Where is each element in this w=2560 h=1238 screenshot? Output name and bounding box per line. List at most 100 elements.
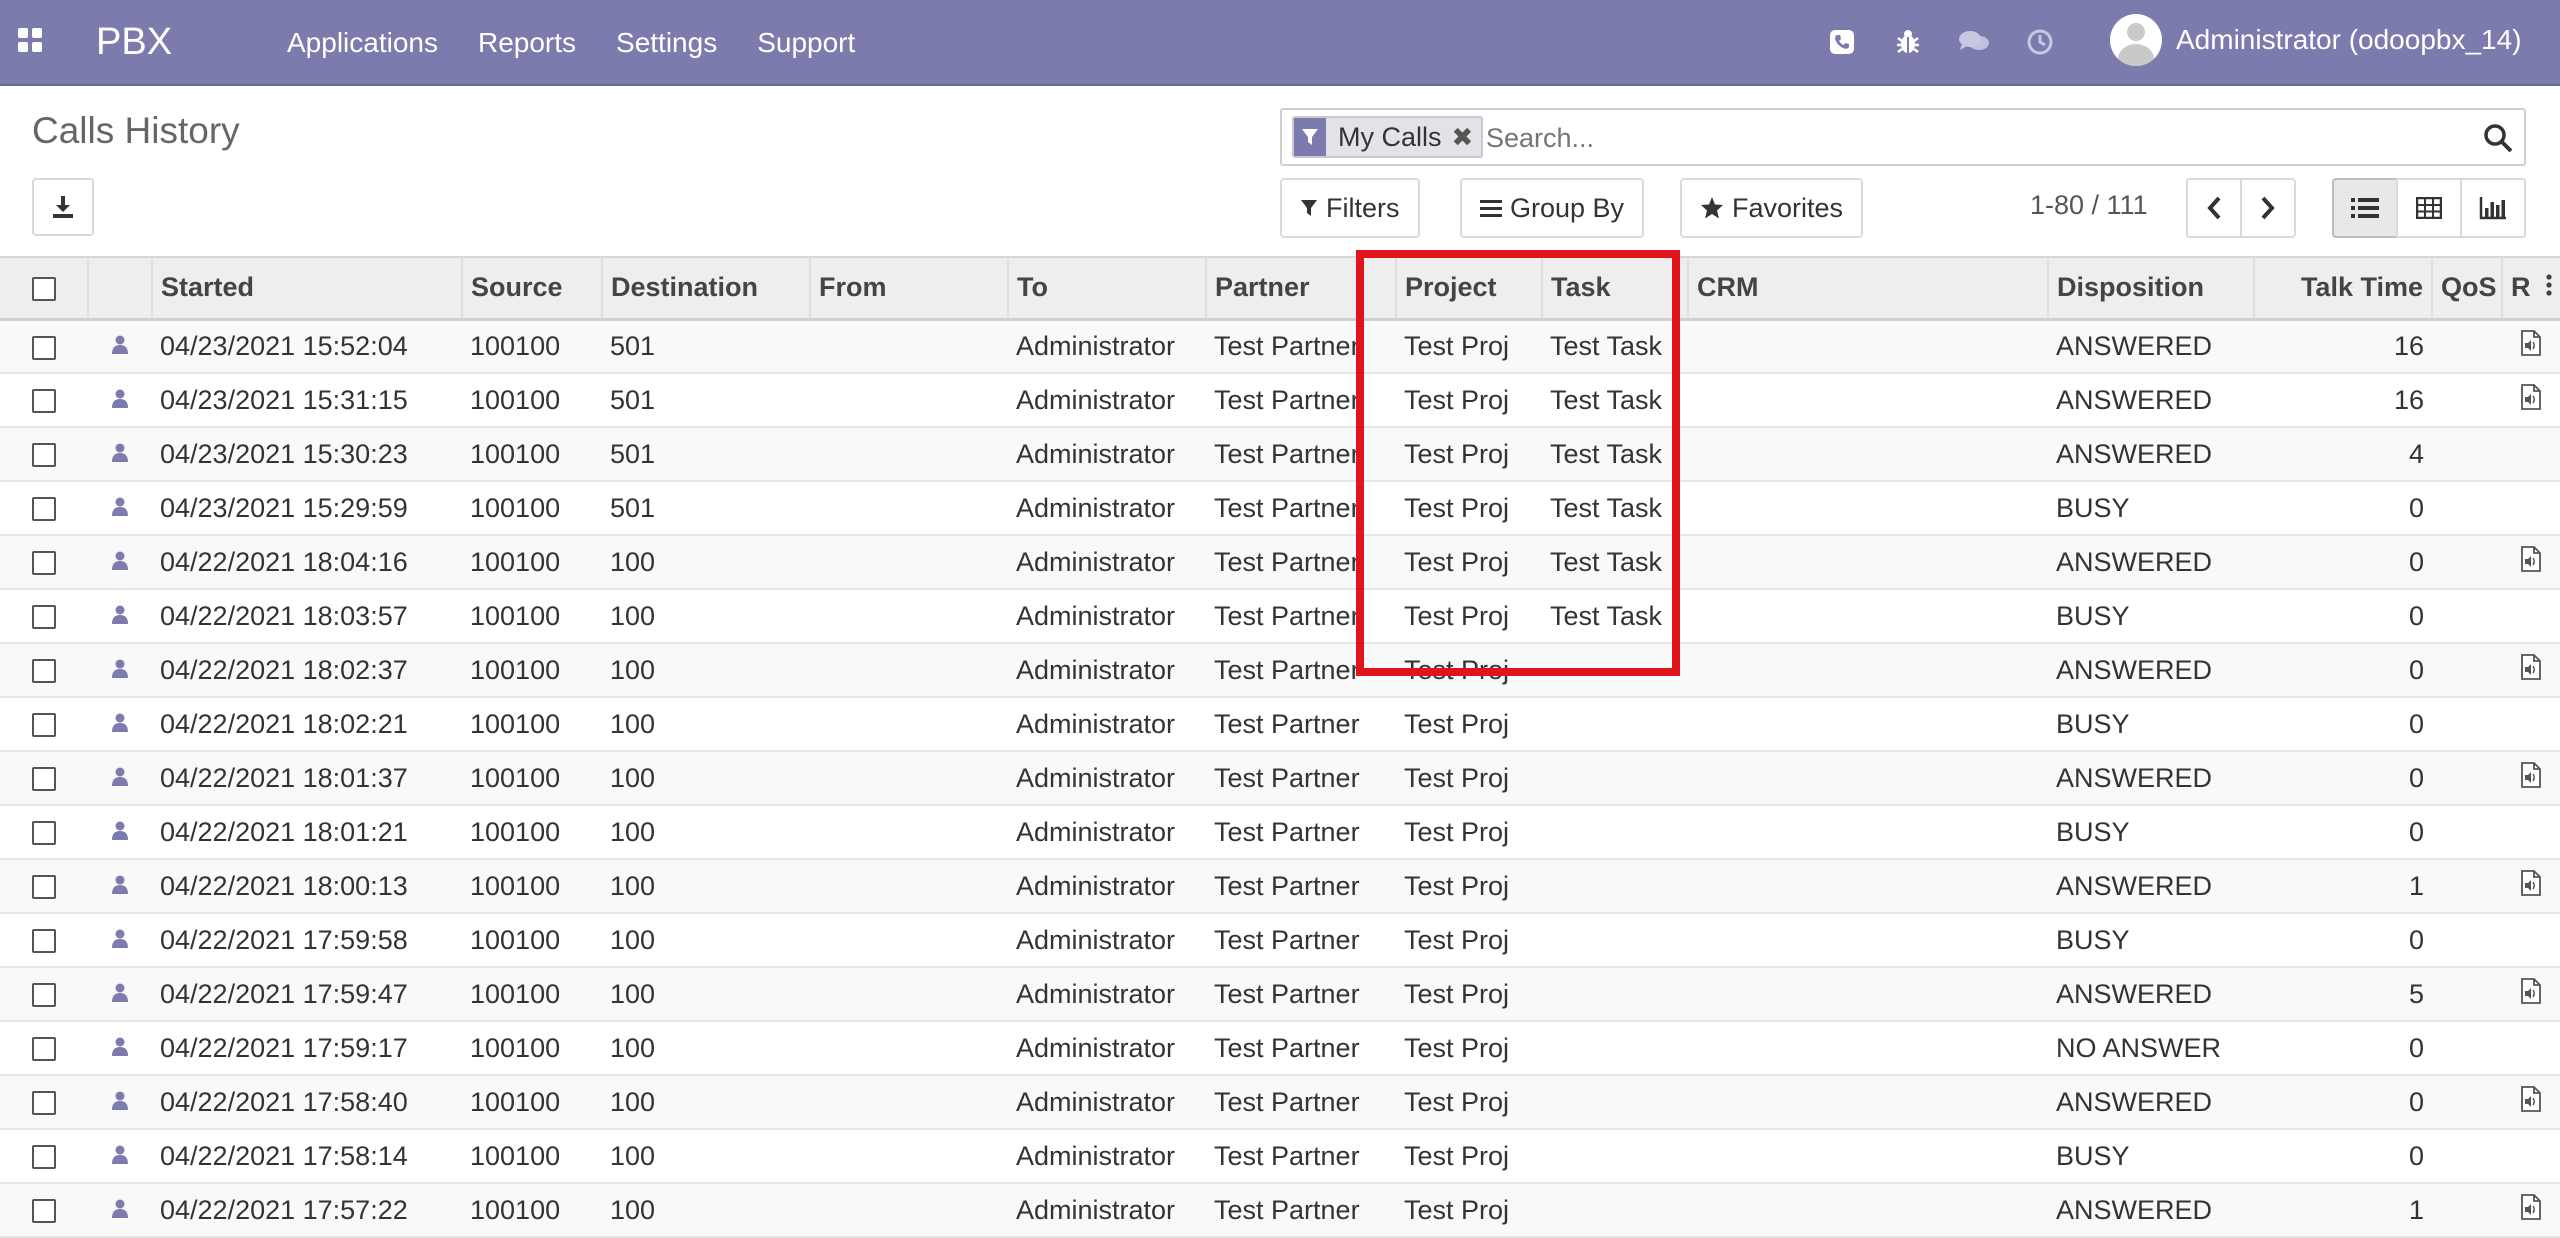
row-checkbox[interactable] — [32, 929, 56, 954]
row-select-cell[interactable] — [0, 751, 88, 805]
audio-file-icon[interactable] — [2520, 545, 2542, 579]
row-select-cell[interactable] — [0, 319, 88, 373]
row-checkbox[interactable] — [32, 605, 56, 630]
row-select-cell[interactable] — [0, 913, 88, 967]
cell-recording[interactable] — [2502, 319, 2560, 373]
header-started[interactable]: Started — [151, 256, 462, 321]
header-from[interactable]: From — [809, 256, 1008, 321]
select-all-cell[interactable] — [0, 256, 88, 321]
menu-settings[interactable]: Settings — [616, 22, 717, 64]
audio-file-icon[interactable] — [2520, 1193, 2542, 1227]
groupby-button[interactable]: Group By — [1460, 178, 1645, 238]
pivot-view-button[interactable] — [2396, 178, 2462, 238]
row-checkbox[interactable] — [32, 551, 56, 576]
header-project[interactable]: Project — [1395, 256, 1542, 321]
bug-icon[interactable] — [1892, 26, 1924, 58]
row-select-cell[interactable] — [0, 967, 88, 1021]
header-destination[interactable]: Destination — [601, 256, 810, 321]
cell-recording[interactable] — [2502, 967, 2560, 1021]
row-select-cell[interactable] — [0, 481, 88, 535]
table-row[interactable]: 04/22/2021 17:58:40 100100 100 Administrato… — [0, 1075, 2560, 1129]
row-select-cell[interactable] — [0, 643, 88, 697]
cell-recording[interactable] — [2502, 1075, 2560, 1129]
menu-support[interactable]: Support — [757, 22, 855, 64]
header-talk-time[interactable]: Talk Time — [2253, 256, 2432, 321]
clock-icon[interactable] — [2024, 26, 2056, 58]
cell-recording[interactable] — [2502, 373, 2560, 427]
cell-recording[interactable] — [2502, 535, 2560, 589]
table-row[interactable]: 04/22/2021 18:02:21 100100 100 Administrato… — [0, 697, 2560, 751]
row-select-cell[interactable] — [0, 535, 88, 589]
table-row[interactable]: 04/22/2021 18:01:21 100100 100 Administrato… — [0, 805, 2560, 859]
row-checkbox[interactable] — [32, 875, 56, 900]
audio-file-icon[interactable] — [2520, 977, 2542, 1011]
header-crm[interactable]: CRM — [1687, 256, 2048, 321]
header-to[interactable]: To — [1007, 256, 1206, 321]
cell-recording[interactable] — [2502, 643, 2560, 697]
download-button[interactable] — [32, 178, 94, 236]
cell-recording[interactable] — [2502, 751, 2560, 805]
search-bar[interactable]: My Calls ✖ — [1280, 108, 2526, 166]
table-row[interactable]: 04/22/2021 18:04:16 100100 100 Administrato… — [0, 535, 2560, 589]
row-select-cell[interactable] — [0, 589, 88, 643]
row-select-cell[interactable] — [0, 1021, 88, 1075]
row-select-cell[interactable] — [0, 1129, 88, 1183]
row-checkbox[interactable] — [32, 1199, 56, 1224]
favorites-button[interactable]: Favorites — [1680, 178, 1864, 238]
row-checkbox[interactable] — [32, 443, 56, 468]
row-select-cell[interactable] — [0, 427, 88, 481]
table-row[interactable]: 04/22/2021 17:59:47 100100 100 Administrato… — [0, 967, 2560, 1021]
row-checkbox[interactable] — [32, 335, 56, 360]
row-checkbox[interactable] — [32, 983, 56, 1008]
row-select-cell[interactable] — [0, 1183, 88, 1237]
row-select-cell[interactable] — [0, 1075, 88, 1129]
table-row[interactable]: 04/22/2021 18:03:57 100100 100 Administrato… — [0, 589, 2560, 643]
row-checkbox[interactable] — [32, 389, 56, 414]
row-checkbox[interactable] — [32, 497, 56, 522]
pager-next-button[interactable] — [2240, 178, 2296, 238]
row-checkbox[interactable] — [32, 713, 56, 738]
graph-view-button[interactable] — [2460, 178, 2526, 238]
row-checkbox[interactable] — [32, 767, 56, 792]
row-checkbox[interactable] — [32, 1145, 56, 1170]
header-task[interactable]: Task — [1541, 256, 1688, 321]
table-row[interactable]: 04/23/2021 15:31:15 100100 501 Administrato… — [0, 373, 2560, 427]
chat-icon[interactable] — [1958, 26, 1990, 58]
audio-file-icon[interactable] — [2520, 383, 2542, 417]
table-row[interactable]: 04/23/2021 15:29:59 100100 501 Administrato… — [0, 481, 2560, 535]
table-row[interactable]: 04/22/2021 17:59:17 100100 100 Administrato… — [0, 1021, 2560, 1075]
row-select-cell[interactable] — [0, 697, 88, 751]
audio-file-icon[interactable] — [2520, 1085, 2542, 1119]
row-select-cell[interactable] — [0, 859, 88, 913]
cell-recording[interactable] — [2502, 1183, 2560, 1237]
table-row[interactable]: 04/22/2021 18:00:13 100100 100 Administrato… — [0, 859, 2560, 913]
header-partner[interactable]: Partner — [1205, 256, 1396, 321]
apps-grid-icon[interactable] — [18, 28, 44, 54]
row-select-cell[interactable] — [0, 805, 88, 859]
row-checkbox[interactable] — [32, 659, 56, 684]
table-row[interactable]: 04/22/2021 17:58:14 100100 100 Administrato… — [0, 1129, 2560, 1183]
table-row[interactable]: 04/22/2021 18:01:37 100100 100 Administrato… — [0, 751, 2560, 805]
row-select-cell[interactable] — [0, 373, 88, 427]
user-menu[interactable]: Administrator (odoopbx_14) — [2110, 14, 2522, 66]
header-disposition[interactable]: Disposition — [2047, 256, 2254, 321]
audio-file-icon[interactable] — [2520, 869, 2542, 903]
pager-previous-button[interactable] — [2186, 178, 2242, 238]
search-facet[interactable]: My Calls ✖ — [1292, 116, 1484, 158]
table-row[interactable]: 04/23/2021 15:30:23 100100 501 Administrato… — [0, 427, 2560, 481]
search-icon[interactable] — [2482, 122, 2514, 154]
audio-file-icon[interactable] — [2520, 653, 2542, 687]
column-options-icon[interactable] — [2546, 272, 2552, 303]
table-row[interactable]: 04/22/2021 17:57:22 100100 100 Administrato… — [0, 1183, 2560, 1237]
list-view-button[interactable] — [2332, 178, 2398, 238]
menu-applications[interactable]: Applications — [287, 22, 438, 64]
table-row[interactable]: 04/23/2021 15:52:04 100100 501 Administrato… — [0, 319, 2560, 373]
filters-button[interactable]: Filters — [1280, 178, 1420, 238]
phone-icon[interactable] — [1826, 26, 1858, 58]
audio-file-icon[interactable] — [2520, 761, 2542, 795]
select-all-checkbox[interactable] — [31, 277, 56, 302]
pager-value[interactable]: 1-80 / 111 — [2030, 190, 2148, 221]
header-qos[interactable]: QoS — [2431, 256, 2502, 321]
menu-reports[interactable]: Reports — [478, 22, 576, 64]
table-row[interactable]: 04/22/2021 18:02:37 100100 100 Administrato… — [0, 643, 2560, 697]
